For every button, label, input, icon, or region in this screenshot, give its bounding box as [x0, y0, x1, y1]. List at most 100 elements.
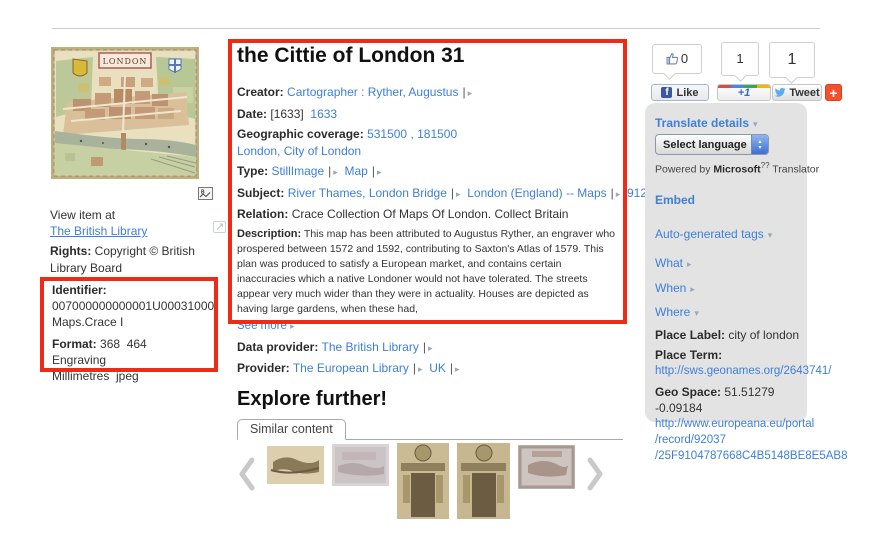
tab-similar-content[interactable]: Similar content [237, 419, 346, 440]
expand-arrow-icon[interactable]: ▸ [428, 343, 433, 353]
similar-item-thumbnail-5[interactable] [518, 445, 575, 494]
date-row: Date: [1633] 1633 [237, 106, 623, 123]
expand-arrow-icon: ▸ [687, 259, 692, 269]
facebook-icon: f [661, 87, 672, 98]
subject-link-3[interactable]: 912 [627, 186, 647, 200]
place-term-label: Place Term: [655, 348, 722, 362]
expand-arrow-icon[interactable]: ▸ [333, 167, 338, 177]
facebook-like-count: 0 [652, 44, 702, 74]
creator-row: Creator: Cartographer : Ryther, Augustus… [237, 84, 623, 102]
date-link[interactable]: 1633 [310, 107, 337, 121]
type-link-stillimage[interactable]: StillImage [271, 164, 324, 178]
subject-link-2[interactable]: London (England) -- Maps [467, 186, 606, 200]
expand-arrow-icon[interactable]: ▸ [290, 321, 295, 331]
date-label: Date: [237, 107, 267, 121]
relation-value: Crace Collection Of Maps Of London. Coll… [292, 207, 569, 221]
expand-arrow-icon[interactable]: ▸ [455, 364, 460, 374]
auto-tags-toggle[interactable]: Auto-generated tags ▾ [655, 226, 807, 243]
expand-arrow-icon[interactable]: ▸ [616, 189, 621, 199]
share-more-button[interactable]: + [825, 84, 842, 101]
item-detail-page: LONDON B View item at The British Librar… [0, 0, 890, 545]
europeana-record-link-2[interactable]: /record/92037 [655, 434, 726, 446]
what-label: What [655, 256, 683, 270]
expand-arrow-icon[interactable]: ▸ [456, 189, 461, 199]
separator: | [451, 186, 454, 200]
facebook-like-button[interactable]: f Like [651, 84, 709, 101]
translate-details-label: Translate details [655, 116, 749, 130]
provider-link[interactable]: The European Library [293, 361, 409, 375]
chevron-right-icon[interactable] [585, 457, 607, 496]
place-term-label-row: Place Term: [655, 347, 807, 363]
identifier-value: 007000000000001U00031000 [52, 299, 214, 313]
where-toggle[interactable]: Where▾ [655, 304, 807, 321]
record-link-row-1: http://www.europeana.eu/portal [655, 416, 807, 432]
similar-item-thumbnail-2[interactable] [332, 444, 389, 491]
collapse-arrow-icon: ▾ [768, 230, 773, 240]
what-toggle[interactable]: What ▸ [655, 255, 807, 272]
translate-details-toggle[interactable]: Translate details▾ [655, 115, 807, 132]
chevron-left-icon[interactable] [237, 457, 259, 496]
embed-toggle[interactable]: Embed [655, 192, 807, 208]
thumbs-up-icon [666, 52, 679, 65]
geo-coords-link[interactable]: 531500 , 181500 [367, 127, 457, 141]
type-label: Type: [237, 164, 268, 178]
view-item-block: View item at The British Library ↗ [50, 207, 222, 239]
format-value-2: Millimetres jpeg [52, 369, 139, 383]
place-label-row: Place Label: city of london [655, 327, 807, 343]
language-select-value: Select language [656, 139, 751, 151]
date-plain: [1633] [270, 107, 303, 121]
data-provider-label: Data provider: [237, 340, 318, 354]
geonames-link[interactable]: http://sws.geonames.org/2643741/ [655, 365, 831, 377]
subject-link-1[interactable]: River Thames, London Bridge [288, 186, 447, 200]
europeana-record-link-1[interactable]: http://www.europeana.eu/portal [655, 418, 814, 430]
europeana-record-link-3[interactable]: /25F9104787668C4B5148BE8E5AB8 [655, 450, 847, 462]
creator-link[interactable]: Cartographer : Ryther, Augustus [287, 85, 458, 99]
london-map-image: LONDON [51, 47, 199, 179]
similar-item-thumbnail-1[interactable] [267, 446, 324, 489]
when-toggle[interactable]: When▸ [655, 280, 807, 297]
creator-label: Creator: [237, 85, 284, 99]
separator: | [372, 164, 375, 178]
tweet-button[interactable]: Tweet [772, 84, 822, 101]
select-stepper-icon: ▴▾ [751, 135, 768, 154]
library-link[interactable]: The British Library [50, 224, 147, 238]
see-more-link[interactable]: See more [237, 320, 287, 332]
provider-row: Provider: The European Library|▸ UK|▸ [237, 360, 623, 378]
plusone-count: 1 [721, 42, 759, 76]
geo-space-row: Geo Space: 51.51279 -0.09184 [655, 384, 807, 416]
language-select[interactable]: Select language ▴▾ [655, 134, 769, 155]
identifier-format-block: Identifier: 007000000000001U00031000 Map… [52, 282, 202, 384]
details-side-panel: Translate details▾ Select language ▴▾ Po… [645, 103, 807, 422]
expand-arrow-icon[interactable]: ▸ [377, 167, 382, 177]
record-link-row-2: /record/92037 [655, 432, 807, 448]
google-colors-stripe [718, 85, 770, 88]
social-share-bar: 0 f Like 1 +1 1 Tweet + [650, 42, 842, 104]
rights-block: Rights: Copyright © British Library Boar… [50, 243, 222, 277]
explore-further-heading: Explore further! [237, 388, 623, 410]
type-link-map[interactable]: Map [344, 164, 367, 178]
expand-arrow-icon[interactable]: ▸ [468, 88, 473, 98]
data-provider-link[interactable]: The British Library [321, 340, 418, 354]
similar-item-thumbnail-4[interactable] [457, 443, 510, 524]
subject-row: Subject: River Thames, London Bridge|▸ L… [237, 185, 623, 203]
external-link-icon[interactable]: ↗ [213, 221, 226, 233]
subject-label: Subject: [237, 186, 284, 200]
item-map-thumbnail[interactable]: LONDON [51, 47, 199, 179]
collapse-arrow-icon: ▾ [694, 308, 699, 318]
separator: | [423, 340, 426, 354]
item-metadata: the Cittie of London 31 Creator: Cartogr… [237, 44, 623, 524]
expand-arrow-icon[interactable]: ▸ [418, 364, 423, 374]
geo-coverage-row: Geographic coverage: 531500 , 181500 Lon… [237, 126, 623, 159]
google-plusone-button[interactable]: +1 [717, 84, 771, 101]
similar-item-thumbnail-3[interactable] [397, 443, 449, 524]
identifier-label: Identifier: [52, 283, 107, 297]
view-item-label: View item at [50, 208, 115, 222]
geo-place-link[interactable]: London, City of London [237, 144, 361, 158]
image-viewer-icon[interactable]: B [198, 187, 213, 200]
plusone-button-label: +1 [738, 87, 751, 99]
auto-tags-label: Auto-generated tags [655, 227, 764, 241]
plusone-count-value: 1 [736, 51, 743, 66]
provider-country-link[interactable]: UK [429, 361, 446, 375]
relation-label: Relation: [237, 207, 288, 221]
identifier-value-2: Maps.Crace I [52, 315, 123, 329]
